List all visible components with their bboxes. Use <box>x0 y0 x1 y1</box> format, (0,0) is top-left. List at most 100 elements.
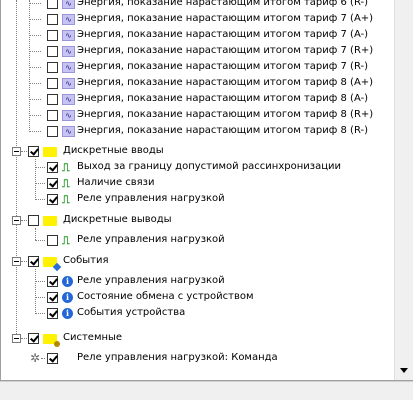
tree-item-device-events[interactable]: i События устройства <box>0 305 394 321</box>
tree-group-discrete-outputs[interactable]: Дискретные выводы <box>0 212 394 228</box>
analog-signal-icon: ∿ <box>62 94 75 105</box>
collapse-toggle[interactable] <box>12 216 21 225</box>
checkbox[interactable] <box>47 14 58 25</box>
checkbox[interactable] <box>47 178 58 189</box>
tree-branch-line <box>41 358 45 359</box>
tree-item-desync-limit[interactable]: ⎍ Выход за границу допустимой рассинхрон… <box>0 159 394 175</box>
tree-item-energy-t8-r-plus[interactable]: ∿ Энергия, показание нарастающим итогом … <box>0 107 394 123</box>
tree-branch-line <box>21 151 27 152</box>
tree-group-events[interactable]: События <box>0 253 394 269</box>
bottom-panel <box>0 381 413 400</box>
tree-branch-line <box>29 3 41 4</box>
tree-branch-line <box>21 220 27 221</box>
tree-item-connection-status[interactable]: ⎍ Наличие связи <box>0 175 394 191</box>
analog-signal-icon: ∿ <box>62 30 75 41</box>
tree-item-energy-t8-a-minus[interactable]: ∿ Энергия, показание нарастающим итогом … <box>0 91 394 107</box>
tree-item-label: Энергия, показание нарастающим итогом та… <box>77 109 374 120</box>
discrete-signal-icon: ⎍ <box>62 161 70 174</box>
tree-group-label: Системные <box>63 332 123 343</box>
checkbox[interactable] <box>47 308 58 319</box>
scroll-down-button[interactable] <box>395 362 413 379</box>
tree-branch-line <box>29 99 41 100</box>
tree-item-label: Реле управления нагрузкой <box>77 234 225 245</box>
checkbox[interactable] <box>28 215 39 226</box>
tree-branch-line <box>35 199 45 200</box>
tree-branch-line <box>29 67 41 68</box>
tree-item-label: Энергия, показание нарастающим итогом та… <box>77 45 374 56</box>
checkbox[interactable] <box>47 194 58 205</box>
tree-branch-line <box>35 240 45 241</box>
checkbox[interactable] <box>47 62 58 73</box>
checkbox[interactable] <box>28 333 39 344</box>
tree-group-label: События <box>63 255 109 266</box>
arrow-down-icon <box>400 368 408 373</box>
checkbox[interactable] <box>47 276 58 287</box>
checkbox[interactable] <box>47 30 58 41</box>
checkbox[interactable] <box>47 46 58 57</box>
frame-border <box>0 0 1 381</box>
tree-item-energy-t8-a-plus[interactable]: ∿ Энергия, показание нарастающим итогом … <box>0 75 394 91</box>
tree-item-energy-t7-a-minus[interactable]: ∿ Энергия, показание нарастающим итогом … <box>0 27 394 43</box>
tree-branch-line <box>35 281 45 282</box>
tree-item-energy-t7-a-plus[interactable]: ∿ Энергия, показание нарастающим итогом … <box>0 11 394 27</box>
collapse-toggle[interactable] <box>12 334 21 343</box>
gear-icon: ✲ <box>29 351 41 365</box>
discrete-signal-icon: ⎍ <box>62 193 70 206</box>
tree-item-label: Реле управления нагрузкой: Команда <box>77 352 278 363</box>
tree-branch-line <box>35 297 45 298</box>
vertical-scrollbar[interactable] <box>394 0 413 381</box>
tree-item-load-relay-output[interactable]: ⎍ Реле управления нагрузкой <box>0 232 394 248</box>
checkbox[interactable] <box>47 162 58 173</box>
tree-group-discrete-inputs[interactable]: Дискретные вводы <box>0 143 394 159</box>
info-icon: i <box>62 292 73 303</box>
tree-item-energy-t6-r-minus[interactable]: ∿ Энергия, показание нарастающим итогом … <box>0 0 394 11</box>
info-icon: i <box>62 276 73 287</box>
analog-signal-icon: ∿ <box>62 126 75 137</box>
checkbox[interactable] <box>28 256 39 267</box>
tree-item-label: Энергия, показание нарастающим итогом та… <box>77 0 368 8</box>
checkbox[interactable] <box>28 146 39 157</box>
analog-signal-icon: ∿ <box>62 62 75 73</box>
tree-item-label: События устройства <box>77 307 186 318</box>
discrete-signal-icon: ⎍ <box>62 177 70 190</box>
checkbox[interactable] <box>47 353 58 364</box>
tree-item-exchange-state[interactable]: i Состояние обмена с устройством <box>0 289 394 305</box>
checkbox[interactable] <box>47 78 58 89</box>
tree-item-energy-t7-r-plus[interactable]: ∿ Энергия, показание нарастающим итогом … <box>0 43 394 59</box>
tree-item-load-relay-command[interactable]: ✲ Реле управления нагрузкой: Команда <box>0 350 394 366</box>
tree-item-label: Энергия, показание нарастающим итогом та… <box>77 13 374 24</box>
checkbox[interactable] <box>47 235 58 246</box>
tree-branch-line <box>21 338 27 339</box>
checkbox[interactable] <box>47 126 58 137</box>
tree-branch-line <box>29 83 41 84</box>
folder-icon <box>43 216 57 226</box>
tree-group-label: Дискретные выводы <box>63 214 172 225</box>
system-folder-icon <box>43 334 60 347</box>
tree-item-energy-t8-r-minus[interactable]: ∿ Энергия, показание нарастающим итогом … <box>0 123 394 139</box>
tree-branch-line <box>21 261 27 262</box>
tree-item-label: Энергия, показание нарастающим итогом та… <box>77 125 368 136</box>
analog-signal-icon: ∿ <box>62 78 75 89</box>
info-icon: i <box>62 308 73 319</box>
tree-item-energy-t7-r-minus[interactable]: ∿ Энергия, показание нарастающим итогом … <box>0 59 394 75</box>
tree-branch-line <box>29 115 41 116</box>
checkbox[interactable] <box>47 94 58 105</box>
checkbox[interactable] <box>47 110 58 121</box>
tree-item-load-relay-event[interactable]: i Реле управления нагрузкой <box>0 273 394 289</box>
checkbox[interactable] <box>47 0 58 9</box>
tree-item-label: Состояние обмена с устройством <box>77 291 254 302</box>
checkbox[interactable] <box>47 292 58 303</box>
tree-item-label: Реле управления нагрузкой <box>77 275 225 286</box>
analog-signal-icon: ∿ <box>62 46 75 57</box>
tree-branch-line <box>35 183 45 184</box>
tree-group-system[interactable]: Системные <box>0 330 394 347</box>
tree-item-label: Наличие связи <box>77 177 155 188</box>
tree-item-load-relay-input[interactable]: ⎍ Реле управления нагрузкой <box>0 191 394 207</box>
analog-signal-icon: ∿ <box>62 0 75 9</box>
tree-item-label: Энергия, показание нарастающим итогом та… <box>77 77 374 88</box>
collapse-toggle[interactable] <box>12 257 21 266</box>
tree-branch-line <box>29 19 41 20</box>
analog-signal-icon: ∿ <box>62 14 75 25</box>
analog-signal-icon: ∿ <box>62 110 75 121</box>
collapse-toggle[interactable] <box>12 147 21 156</box>
